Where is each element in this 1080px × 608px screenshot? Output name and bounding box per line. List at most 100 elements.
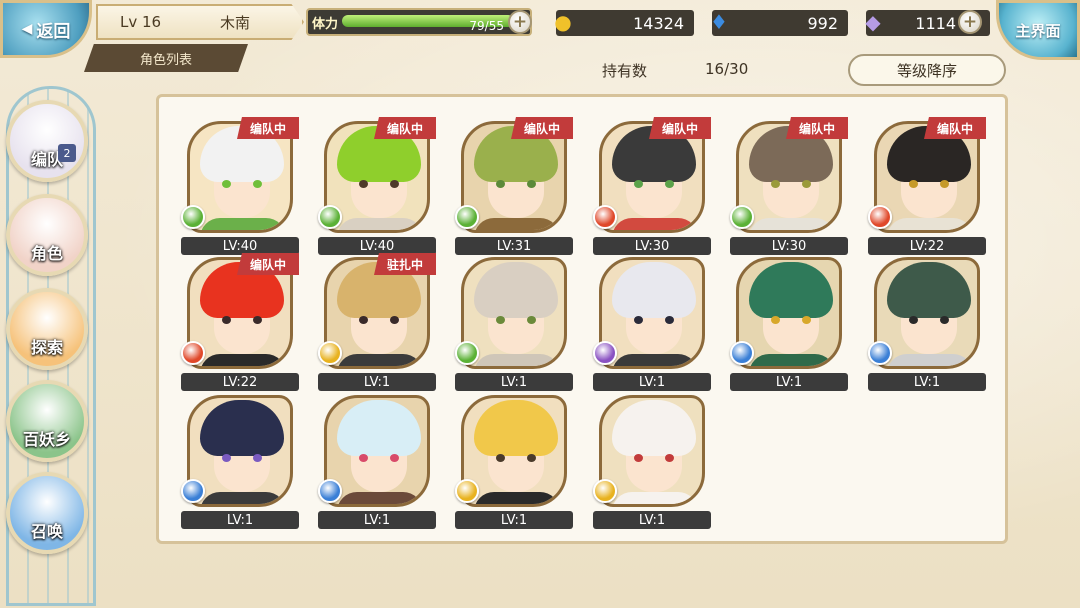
add-stamina-button[interactable]: + [508, 10, 532, 34]
wind-element-icon [318, 205, 342, 229]
status-badge: 编队中 [374, 117, 436, 139]
holding-value: 16/30 [705, 60, 749, 78]
fire-element-icon [593, 205, 617, 229]
status-badge: 编队中 [511, 117, 573, 139]
water-element-icon [318, 479, 342, 503]
portrait-eyes [222, 180, 262, 188]
portrait-body [887, 354, 973, 366]
character-card[interactable]: 编队中 LV:40 [181, 117, 299, 255]
portrait-body [612, 354, 698, 366]
blue-flame-value: 992 [807, 13, 838, 33]
water-element-icon [868, 341, 892, 365]
blue-flame-currency: ♦ 992 [710, 10, 848, 36]
status-badge: 编队中 [237, 117, 299, 139]
portrait-eyes [222, 316, 262, 324]
light-element-icon [593, 479, 617, 503]
wind-element-icon [455, 341, 479, 365]
portrait-hair [474, 262, 558, 318]
character-card[interactable]: 编队中 LV:30 [730, 117, 848, 255]
character-card[interactable]: LV:1 [455, 391, 573, 529]
portrait-hair [200, 400, 284, 456]
holding-count: 持有数 16/30 [602, 60, 748, 81]
portrait-hair [612, 400, 696, 456]
character-card[interactable]: 编队中 LV:30 [593, 117, 711, 255]
character-card[interactable]: 编队中 LV:22 [868, 117, 986, 255]
character-card[interactable]: 编队中 LV:31 [455, 117, 573, 255]
portrait-eyes [634, 180, 674, 188]
back-label: 返回 [36, 21, 71, 42]
portrait-hair [749, 262, 833, 318]
character-card[interactable]: LV:1 [593, 253, 711, 391]
character-level: LV:1 [455, 373, 573, 391]
sidebar-item-label: 百妖乡 [22, 430, 71, 449]
character-level: LV:1 [868, 373, 986, 391]
fire-element-icon [181, 341, 205, 365]
stamina-bar: 体力 79/55 [306, 8, 532, 36]
sidebar-item-summon[interactable]: 召唤 [6, 472, 88, 554]
portrait-body [337, 218, 423, 230]
portrait-body [749, 218, 835, 230]
character-card[interactable]: 驻扎中 LV:1 [318, 253, 436, 391]
fire-element-icon [868, 205, 892, 229]
plus-icon: + [962, 12, 978, 32]
portrait-body [200, 354, 286, 366]
status-badge: 编队中 [924, 117, 986, 139]
portrait-eyes [909, 316, 949, 324]
light-element-icon [318, 341, 342, 365]
crystal-value: 1114 [915, 13, 956, 33]
character-card[interactable]: LV:1 [181, 391, 299, 529]
portrait-body [749, 354, 835, 366]
character-card[interactable]: LV:1 [455, 253, 573, 391]
portrait-body [612, 492, 698, 504]
character-grid-panel: 编队中 LV:40 编队中 LV:40 编队中 LV:31 编队中 LV:30 编队中 LV:30… [156, 94, 1008, 544]
sidebar-item-character[interactable]: 角色 [6, 194, 88, 276]
stamina-label: 体力 [312, 17, 339, 32]
gold-value: 14324 [633, 13, 684, 33]
portrait-eyes [634, 454, 674, 462]
portrait-body [474, 492, 560, 504]
dark-element-icon [593, 341, 617, 365]
status-badge: 编队中 [786, 117, 848, 139]
sidebar-item-label: 探索 [30, 338, 63, 357]
wind-element-icon [730, 205, 754, 229]
character-card[interactable]: LV:1 [868, 253, 986, 391]
player-info: Lv 16 木南 [96, 4, 304, 40]
character-card[interactable]: 编队中 LV:22 [181, 253, 299, 391]
sort-button[interactable]: 等级降序 [848, 54, 1006, 86]
sidebar-item-explore[interactable]: 探索 [6, 288, 88, 370]
portrait-eyes [771, 316, 811, 324]
add-crystal-button[interactable]: + [958, 10, 982, 34]
character-list-tab: 角色列表 [84, 44, 248, 72]
portrait-body [337, 354, 423, 366]
character-level: LV:1 [318, 373, 436, 391]
sidebar: 编队 2 角色探索百妖乡召唤 [0, 74, 100, 608]
portrait-body [474, 218, 560, 230]
crystal-icon: ◆ [865, 10, 881, 34]
portrait-body [337, 492, 423, 504]
back-arrow-icon: ◀ [21, 21, 33, 37]
portrait-hair [887, 262, 971, 318]
sidebar-item-yokai-village[interactable]: 百妖乡 [6, 380, 88, 462]
portrait-body [612, 218, 698, 230]
player-name: 木南 [220, 13, 251, 32]
portrait-eyes [496, 316, 536, 324]
character-card[interactable]: LV:1 [318, 391, 436, 529]
sidebar-item-team[interactable]: 编队 2 [6, 100, 88, 182]
portrait-eyes [359, 454, 399, 462]
character-card[interactable]: LV:1 [593, 391, 711, 529]
character-level: LV:1 [181, 511, 299, 529]
portrait-body [887, 218, 973, 230]
sidebar-item-label: 角色 [30, 244, 63, 263]
blue-flame-icon: ♦ [710, 10, 728, 34]
character-level: LV:1 [593, 511, 711, 529]
portrait-body [474, 354, 560, 366]
portrait-eyes [359, 180, 399, 188]
character-card[interactable]: 编队中 LV:40 [318, 117, 436, 255]
light-element-icon [455, 479, 479, 503]
character-card[interactable]: LV:1 [730, 253, 848, 391]
character-level: LV:1 [455, 511, 573, 529]
sidebar-item-label: 召唤 [30, 522, 63, 541]
gold-currency: ● 14324 [554, 10, 694, 36]
status-badge: 驻扎中 [374, 253, 436, 275]
portrait-hair [474, 400, 558, 456]
